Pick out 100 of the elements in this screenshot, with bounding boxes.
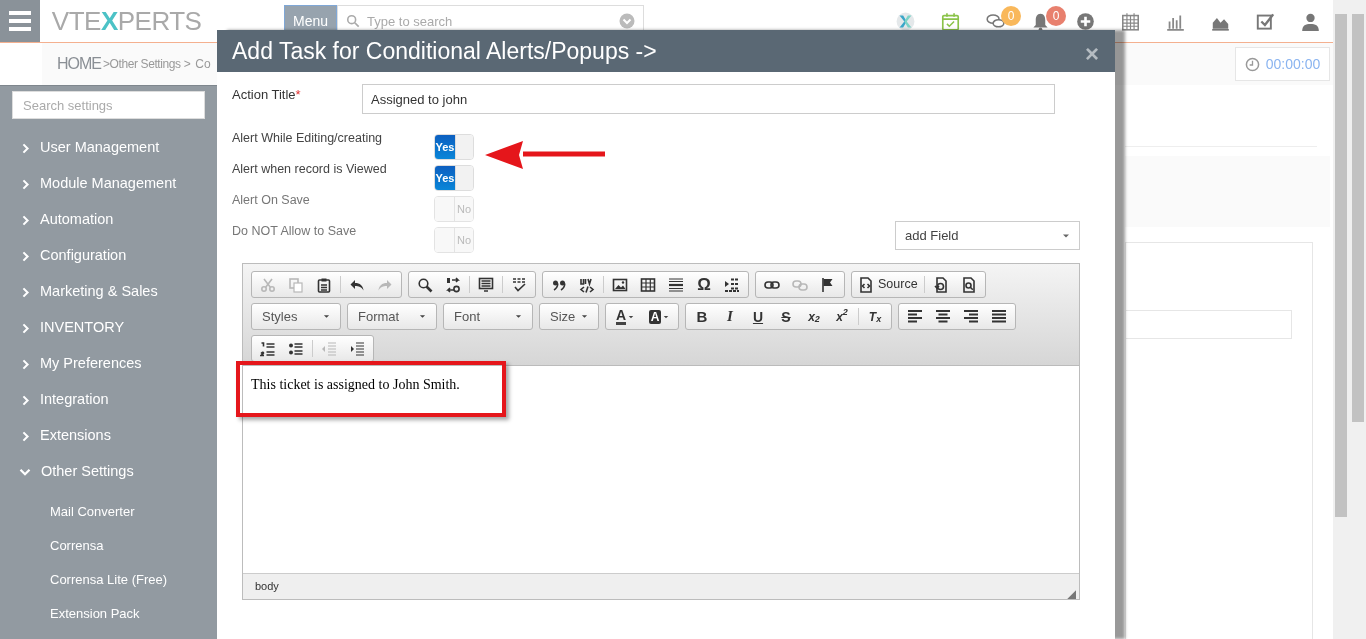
background-color-button[interactable]: A	[642, 305, 676, 328]
dropdown[interactable]: Format	[347, 303, 437, 330]
add-field-dropdown[interactable]: add Field	[895, 221, 1080, 250]
align-left-icon	[907, 308, 923, 325]
chevron-right-icon	[20, 286, 31, 298]
checkbox-icon[interactable]	[1256, 12, 1275, 31]
add-icon[interactable]	[1076, 12, 1095, 31]
content-text: This ticket is assigned to John Smith.	[251, 376, 461, 394]
outdent-icon	[321, 340, 337, 357]
caret-icon	[663, 313, 670, 320]
preview-icon	[960, 276, 977, 293]
toggle-label: Do NOT Allow to Save	[232, 223, 358, 240]
breadcrumb-current: Co	[195, 56, 211, 73]
align-center-icon	[935, 308, 951, 325]
format-button[interactable]: T$_{x}$	[861, 305, 889, 328]
clock-icon	[1244, 56, 1260, 72]
format-button[interactable]: I	[716, 305, 744, 328]
toggle-label: Alert when record is Viewed	[232, 161, 388, 178]
sidebar-item[interactable]: User Management	[0, 130, 217, 166]
chevron-right-icon	[20, 178, 31, 190]
caret-icon	[628, 313, 635, 320]
sidebar-item[interactable]: Extensions	[0, 418, 217, 454]
chevron-circle-icon	[619, 13, 635, 29]
document-icon	[858, 276, 874, 293]
sidebar-item[interactable]: Marketing & Sales	[0, 274, 217, 310]
sidebar-item[interactable]: Module Management	[0, 166, 217, 202]
sidebar-subitem[interactable]: Extension Pack	[50, 604, 140, 624]
user-icon[interactable]	[1301, 12, 1320, 31]
sidebar-item[interactable]: My Preferences	[0, 346, 217, 382]
sidebar-item[interactable]: Automation	[0, 202, 217, 238]
chevron-right-icon	[20, 142, 31, 154]
justify-icon	[991, 308, 1007, 325]
x-logo-icon[interactable]	[896, 12, 915, 31]
menu-button[interactable]	[0, 0, 40, 42]
toggle-label: Alert On Save	[232, 192, 311, 209]
chevron-right-icon	[20, 394, 31, 406]
bullet-list-icon	[288, 340, 304, 357]
caret-icon	[323, 313, 330, 320]
code-block-icon	[579, 276, 595, 293]
search-icon	[346, 14, 360, 28]
table-icon	[640, 276, 656, 293]
chevron-right-icon	[20, 250, 31, 262]
dropdown[interactable]: Size	[539, 303, 599, 330]
toggle-switch[interactable]: Yes	[434, 165, 474, 191]
chevron-down-icon	[19, 466, 31, 478]
page-refresh-icon	[932, 276, 949, 293]
text-block-icon	[478, 276, 494, 293]
calendar-check-icon[interactable]	[941, 12, 960, 31]
close-button[interactable]: ×	[1085, 42, 1099, 66]
calendar-icon[interactable]	[1121, 12, 1140, 31]
logo: VTEXPERTS	[51, 8, 202, 34]
format-button[interactable]: B	[688, 305, 716, 328]
replace-icon	[445, 276, 461, 293]
count-badge: 0	[1001, 6, 1021, 26]
copy-icon	[288, 276, 304, 293]
dialog-title: Add Task for Conditional Alerts/Popups ->	[232, 36, 657, 66]
horizontal-line-icon	[668, 276, 684, 293]
caret-icon	[515, 313, 522, 320]
breadcrumb-link[interactable]: >Other Settings >	[103, 55, 191, 73]
bell-icon[interactable]	[1031, 12, 1050, 31]
text-color-button[interactable]: A	[608, 305, 642, 328]
format-button[interactable]: x$_{2}$	[800, 305, 828, 328]
spellcheck-icon	[511, 276, 527, 293]
format-button[interactable]: Ω	[690, 273, 718, 296]
search-icon	[417, 276, 433, 293]
numbered-list-icon	[260, 340, 276, 357]
sidebar-item[interactable]: INVENTORY	[0, 310, 217, 346]
chevron-right-icon	[20, 430, 31, 442]
caret-icon	[419, 313, 426, 320]
dropdown[interactable]: Font	[443, 303, 533, 330]
dropdown[interactable]: Styles	[251, 303, 341, 330]
align-right-icon	[963, 308, 979, 325]
action-title-field[interactable]: Assigned to john	[362, 84, 1055, 114]
sidebar-subitem[interactable]: Corrensa Lite (Free)	[50, 570, 168, 590]
sidebar-item[interactable]: Configuration	[0, 238, 217, 274]
clipboard-icon	[316, 276, 332, 293]
chevron-right-icon	[20, 358, 31, 370]
indent-icon	[349, 340, 365, 357]
sidebar-item[interactable]: Other Settings	[0, 454, 217, 490]
chevron-right-icon	[20, 214, 31, 226]
chevron-right-icon	[20, 322, 31, 334]
count-badge: 0	[1046, 6, 1066, 26]
search-settings-field[interactable]: Search settings	[12, 91, 205, 119]
sidebar-item[interactable]: Integration	[0, 382, 217, 418]
format-button[interactable]: x$^{2}$	[828, 305, 856, 328]
breadcrumb-home[interactable]: HOME	[57, 52, 101, 76]
caret-icon	[581, 313, 588, 320]
scissors-icon	[260, 276, 276, 293]
toggle-label: Alert While Editing/creating	[232, 130, 384, 147]
format-button[interactable]: S	[772, 305, 800, 328]
toggle-switch[interactable]: Yes	[434, 134, 474, 160]
sidebar-subitem[interactable]: Corrensa	[50, 536, 104, 556]
sidebar-subitem[interactable]: Mail Converter	[50, 502, 135, 522]
format-button[interactable]: U	[744, 305, 772, 328]
resize-grip-icon	[1066, 589, 1076, 599]
indent-arrow-icon	[724, 276, 740, 293]
field-label: Action Title*	[232, 86, 302, 104]
image-icon	[612, 276, 628, 293]
element-path[interactable]: body	[255, 578, 279, 595]
source-button[interactable]: Source	[854, 273, 922, 296]
